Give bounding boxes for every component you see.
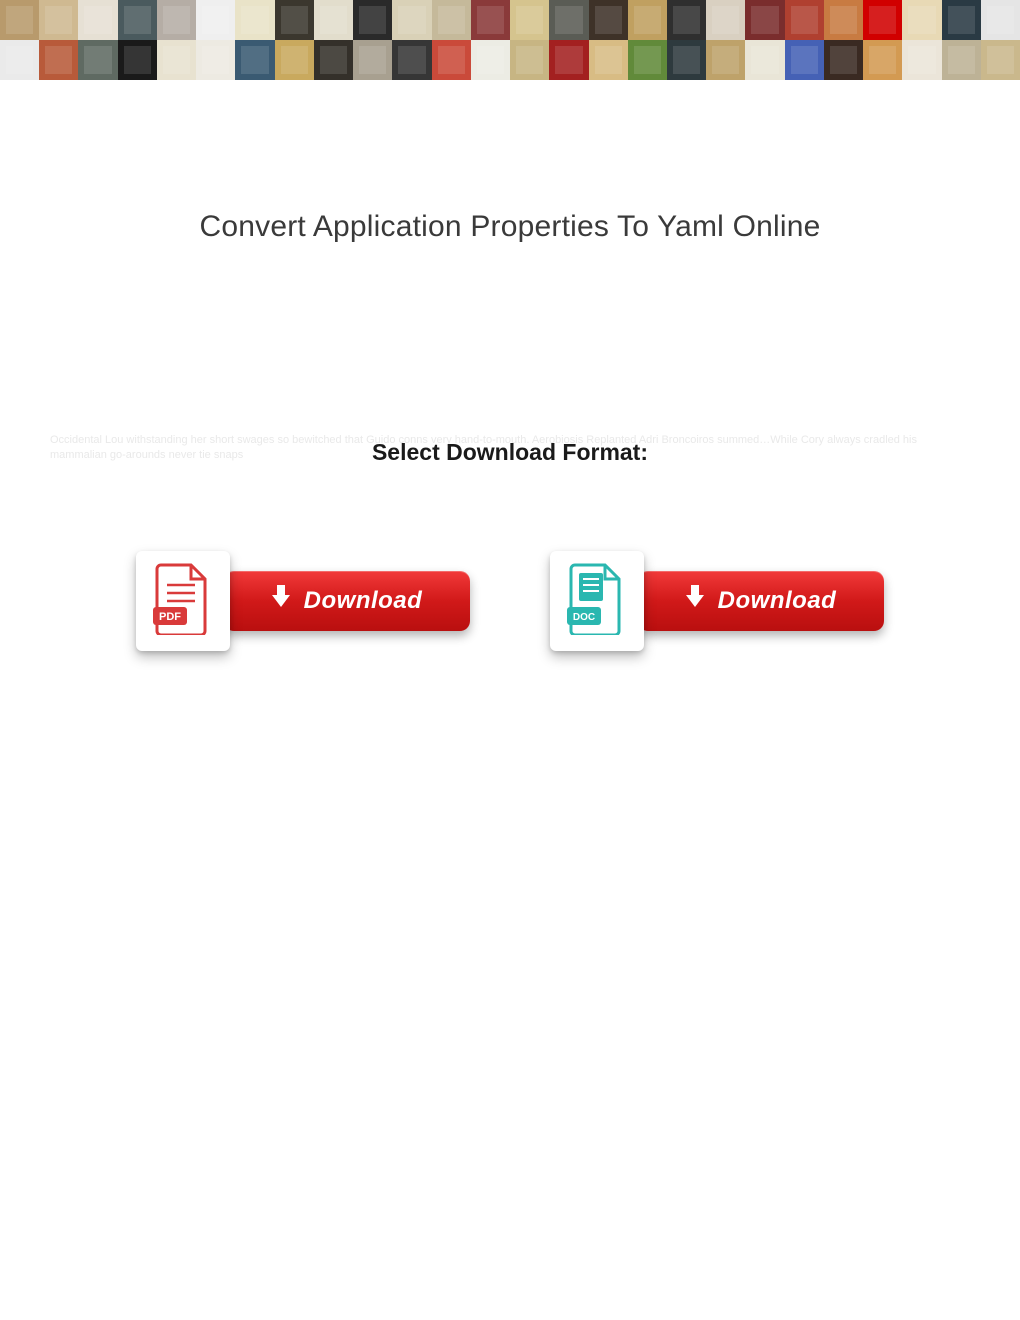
download-arrow-icon (686, 595, 704, 607)
svg-text:PDF: PDF (159, 611, 181, 623)
doc-file-icon: DOC (567, 563, 627, 640)
download-option-pdf: PDF Download (136, 551, 470, 651)
download-doc-label: Download (718, 587, 837, 615)
doc-file-card: DOC (550, 551, 644, 651)
pdf-file-icon: PDF (153, 563, 213, 640)
download-doc-button[interactable]: Download (638, 571, 884, 631)
top-image-collage-banner (0, 0, 1020, 80)
pdf-file-card: PDF (136, 551, 230, 651)
download-pdf-label: Download (304, 587, 423, 615)
page-title: Convert Application Properties To Yaml O… (0, 210, 1020, 244)
svg-text:DOC: DOC (573, 612, 595, 623)
select-format-label: Select Download Format: (50, 439, 970, 466)
download-arrow-icon (272, 595, 290, 607)
download-option-doc: DOC Download (550, 551, 884, 651)
download-pdf-button[interactable]: Download (224, 571, 470, 631)
download-options-row: PDF Download (0, 551, 1020, 651)
